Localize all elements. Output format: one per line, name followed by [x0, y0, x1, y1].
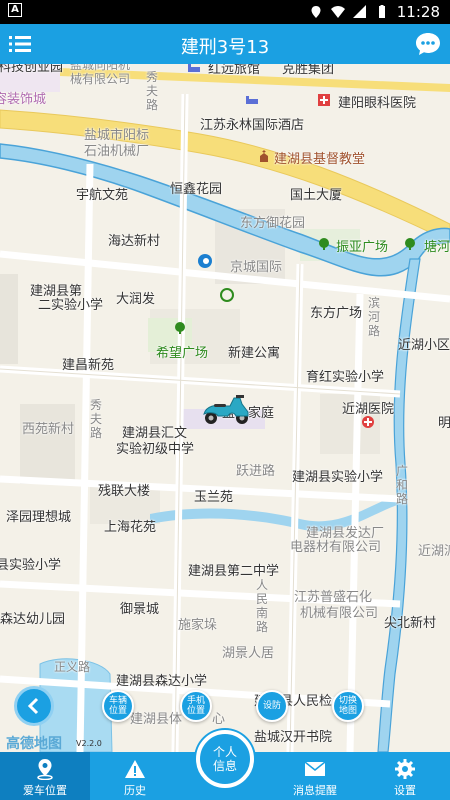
map-view[interactable]: 科技创业园 盐城向阳机 械有限公司 红远旅馆 克胜集团 容装饰城 秀夫路 建阳眼…: [0, 64, 450, 752]
map-label: 育红实验小学: [306, 370, 385, 385]
map-label: 建湖县实验小学: [292, 470, 384, 485]
switch-map-button[interactable]: 切换 地图: [332, 690, 364, 722]
map-label: 玉兰苑: [194, 490, 234, 505]
map-label: 西苑新村: [22, 422, 75, 437]
bank-icon: [220, 288, 234, 302]
tab-history[interactable]: 历史: [90, 752, 180, 800]
map-label: 新建公寓: [228, 346, 281, 361]
status-icons: 11:28: [309, 3, 440, 21]
map-label: 械有限公司: [70, 72, 131, 86]
map-label: 恒鑫花园: [170, 182, 223, 197]
park-icon: [405, 238, 415, 250]
map-label: 秀夫路: [90, 398, 103, 440]
map-label: 红远旅馆: [208, 64, 261, 77]
back-button[interactable]: [14, 686, 54, 726]
map-label: 秀夫路: [146, 70, 159, 112]
map-logo: 高德地图: [6, 736, 62, 752]
hospital-icon: [362, 416, 374, 428]
bank-icon: [198, 254, 212, 268]
status-bar: A 11:28: [0, 0, 450, 24]
map-label: 大润发: [116, 292, 156, 307]
page-title: 建刑3号13: [180, 37, 270, 58]
map-label: 江苏永林国际酒店: [200, 118, 305, 133]
notification-icon: A: [8, 3, 22, 17]
phone-position-button[interactable]: 手机 位置: [180, 690, 212, 722]
map-label: 东方御花园: [240, 216, 306, 231]
park-icon: [175, 322, 185, 334]
hospital-icon: [318, 94, 330, 106]
map-label: 明: [438, 416, 450, 431]
tab-settings[interactable]: 设置: [360, 752, 450, 800]
map-label: 容装饰城: [0, 92, 47, 107]
location-pin-icon: [37, 759, 53, 780]
chevron-left-icon: [27, 697, 39, 715]
map-label: 县实验小学: [0, 558, 62, 573]
map-label: 近湖医院: [342, 402, 395, 417]
map-label: 近湖小区: [398, 338, 450, 353]
map-label: 滨河路: [368, 296, 381, 338]
map-label: 电器材有限公司: [290, 540, 382, 555]
envelope-icon: [304, 761, 326, 776]
map-label: 希望广场: [156, 346, 209, 361]
warning-triangle-icon: [125, 760, 145, 778]
map-label: 石油机械厂: [84, 144, 150, 159]
gear-icon: [395, 759, 415, 779]
map-label: 建湖县森达小学: [116, 674, 208, 689]
map-label: 海达新村: [108, 234, 161, 249]
map-label: 残联大楼: [98, 484, 151, 499]
tab-car-location[interactable]: 爱车位置: [0, 752, 90, 800]
personal-info-button[interactable]: 个人 信息: [196, 730, 254, 788]
map-label: 建湖县第二中学: [188, 564, 280, 579]
location-icon: [311, 6, 321, 18]
bed-icon: [188, 64, 200, 72]
clock: 11:28: [396, 3, 440, 21]
map-label: 东方广场: [310, 306, 363, 321]
map-label: 克胜集团: [282, 64, 335, 77]
map-label: 森达幼儿园: [0, 612, 66, 627]
map-label: 振亚广场: [336, 240, 389, 255]
map-label: 京城国际: [230, 260, 283, 275]
tab-messages[interactable]: 消息提醒: [270, 752, 360, 800]
map-label: 建阳眼科医院: [338, 96, 417, 111]
scooter-icon[interactable]: [200, 392, 252, 426]
map-logo-version: V2.2.0: [76, 739, 102, 748]
guard-button[interactable]: 设防: [256, 690, 288, 722]
map-label: 施家垛: [178, 618, 218, 633]
map-label: 建昌新苑: [62, 358, 115, 373]
map-label: 御景城: [120, 602, 160, 617]
map-label: 建湖县基督教堂: [274, 152, 366, 167]
map-label: 心: [212, 712, 226, 727]
map-label: 尖北新村: [384, 616, 437, 631]
map-label: 宇航文苑: [76, 188, 129, 203]
app-header: 建刑3号13: [0, 24, 450, 64]
wifi-icon: [330, 6, 345, 18]
map-label: 国土大厦: [290, 188, 343, 203]
vehicle-position-button[interactable]: 车辆 位置: [102, 690, 134, 722]
signal-icon: [352, 5, 366, 18]
battery-icon: [378, 5, 385, 18]
map-label: 近湖派: [418, 544, 450, 559]
map-label: 跃进路: [236, 464, 276, 479]
map-label: 上海花苑: [104, 520, 157, 535]
map-label: 广和路: [396, 464, 409, 506]
map-label: 塘河: [424, 240, 450, 255]
map-label: 二实验小学: [38, 298, 104, 313]
bed-icon: [246, 96, 258, 104]
church-icon: [260, 150, 268, 162]
map-label: 建湖县体: [130, 712, 183, 727]
map-label: 科技创业园: [0, 64, 64, 75]
park-icon: [319, 238, 329, 250]
map-label: 正义路: [54, 660, 91, 674]
map-label: 机械有限公司: [300, 606, 379, 621]
map-label: 人民南路: [256, 578, 269, 634]
map-label: 盐城汉开书院: [254, 730, 333, 745]
map-label: 泽园理想城: [6, 510, 72, 525]
map-label: 湖景人居: [222, 646, 275, 661]
map-label: 实验初级中学: [116, 442, 195, 457]
chat-bubble-icon[interactable]: [414, 30, 442, 58]
